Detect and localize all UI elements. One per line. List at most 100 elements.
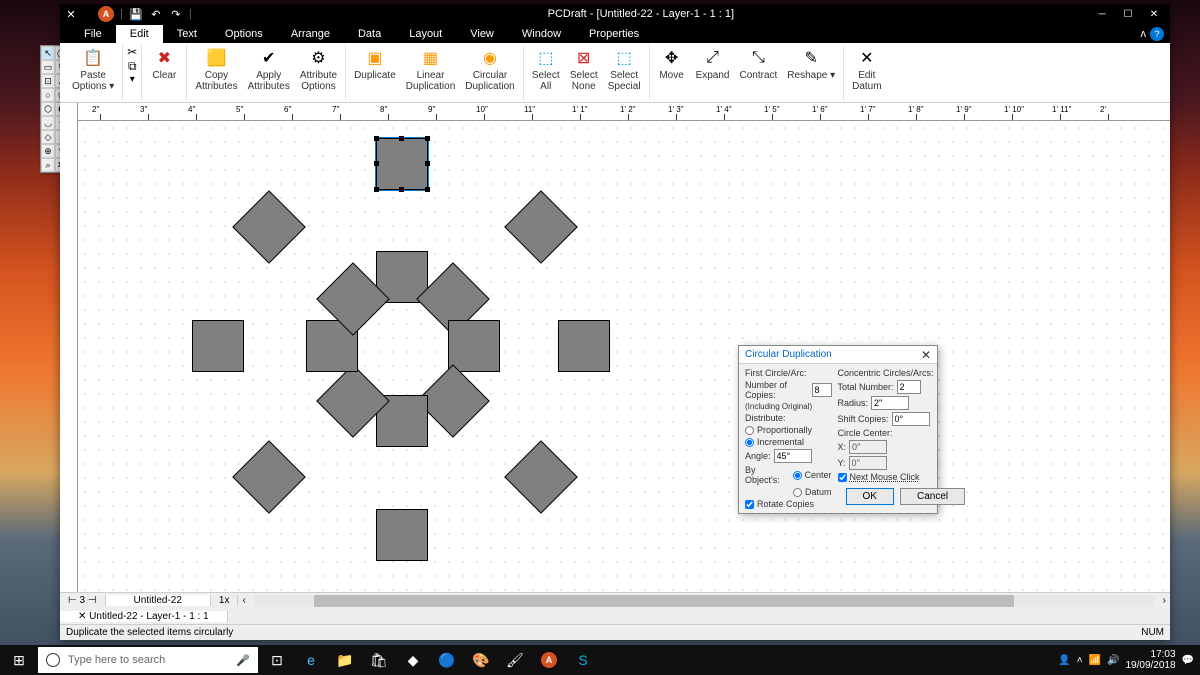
maximize-button[interactable]: ☐ [1116,6,1140,22]
layer-tab[interactable]: ✕ Untitled-22 - Layer-1 - 1 : 1 [60,611,228,622]
edge-icon[interactable]: e [294,646,328,674]
horizontal-scrollbar[interactable] [254,595,1155,607]
next-mouse-click-check[interactable] [838,473,847,482]
store-icon[interactable]: 🛍 [362,646,396,674]
radius-input[interactable] [871,396,909,410]
clear-button[interactable]: ✖ Clear [146,45,182,83]
contract-button[interactable]: ⤡ Contract [735,45,781,83]
zoom-tab[interactable]: 1x [211,595,239,606]
volume-icon[interactable]: 🔊 [1107,655,1119,666]
app-icon[interactable]: ◆ [396,646,430,674]
shape-square[interactable] [504,190,578,264]
datum-radio[interactable] [793,488,802,497]
num-copies-input[interactable] [812,383,832,397]
cancel-button[interactable]: Cancel [900,488,965,505]
rotate-copies-check[interactable] [745,500,754,509]
shift-copies-input[interactable] [892,412,930,426]
tool-box[interactable]: ⊡ [41,74,55,88]
menu-arrange[interactable]: Arrange [277,25,344,43]
paste-button[interactable]: 📋 Paste Options ▾ [68,45,118,94]
tool-pointer[interactable]: ↖ [41,46,55,60]
expand-icon: ⤢ [699,47,727,69]
shape-square[interactable] [232,440,306,514]
expand-button[interactable]: ⤢ Expand [692,45,734,83]
menu-data[interactable]: Data [344,25,395,43]
paint2-icon[interactable]: 🖌 [498,646,532,674]
tray-chevron-icon[interactable]: ˄ [1077,655,1083,666]
skype-icon[interactable]: S [566,646,600,674]
shape-square[interactable] [558,320,610,372]
notifications-icon[interactable]: 💬 [1182,655,1194,666]
chrome-icon[interactable]: 🔵 [430,646,464,674]
dialog-close-icon[interactable]: ✕ [921,348,931,362]
close-palette-icon[interactable]: ✕ [64,7,78,21]
circular-duplication-dialog: Circular Duplication ✕ First Circle/Arc:… [738,345,938,514]
shape-square[interactable] [192,320,244,372]
start-button[interactable]: ⊞ [2,646,36,674]
dialog-title-bar[interactable]: Circular Duplication ✕ [739,346,937,364]
select-all-button[interactable]: ⬚ Select All [528,45,564,94]
menu-window[interactable]: Window [508,25,575,43]
paint-icon[interactable]: 🎨 [464,646,498,674]
tool-zoom[interactable]: ⌕ [41,158,55,172]
shape-square[interactable] [232,190,306,264]
select-special-button[interactable]: ⬚ Select Special [604,45,645,94]
menu-text[interactable]: Text [163,25,211,43]
tool-diamond[interactable]: ◇ [41,130,55,144]
redo-icon[interactable]: ↷ [169,7,183,21]
tool-rect[interactable]: ▭ [41,60,55,74]
contract-icon: ⤡ [744,47,772,69]
document-tab[interactable]: Untitled-22 [106,595,211,606]
menu-edit[interactable]: Edit [116,25,163,43]
linear-duplication-button[interactable]: ▦ Linear Duplication [402,45,459,94]
cortana-icon [46,653,60,667]
network-icon[interactable]: 📶 [1089,655,1101,666]
menu-layout[interactable]: Layout [395,25,456,43]
task-view-icon[interactable]: ⊡ [260,646,294,674]
center-radio[interactable] [793,471,802,480]
undo-icon[interactable]: ↶ [149,7,163,21]
shape-square[interactable] [504,440,578,514]
menu-properties[interactable]: Properties [575,25,653,43]
attribute-options-button[interactable]: ⚙ Attribute Options [296,45,341,94]
menu-options[interactable]: Options [211,25,277,43]
close-button[interactable]: ✕ [1142,6,1166,22]
scroll-right-icon[interactable]: › [1159,595,1170,606]
copy-attributes-button[interactable]: 🟨 Copy Attributes [191,45,241,94]
edit-datum-button[interactable]: ✕ Edit Datum [848,45,885,94]
total-number-input[interactable] [897,380,921,394]
select-none-icon: ⊠ [570,47,598,69]
people-icon[interactable]: 👤 [1058,655,1070,666]
ok-button[interactable]: OK [846,488,894,505]
angle-input[interactable] [774,449,812,463]
selected-square[interactable] [376,138,428,190]
tool-target[interactable]: ⊕ [41,144,55,158]
reshape-button[interactable]: ✎ Reshape ▾ [783,45,839,83]
incremental-radio[interactable] [745,438,754,447]
status-num: NUM [1141,627,1164,638]
select-none-button[interactable]: ⊠ Select None [566,45,602,94]
move-button[interactable]: ✥ Move [654,45,690,83]
explorer-icon[interactable]: 📁 [328,646,362,674]
page-stepper[interactable]: ⊢ 3 ⊣ [60,595,106,606]
shape-square[interactable] [448,320,500,372]
minimize-button[interactable]: ─ [1090,6,1114,22]
menu-view[interactable]: View [456,25,508,43]
clock[interactable]: 17:03 19/09/2018 [1125,649,1175,671]
tool-hex[interactable]: ⬡ [41,102,55,116]
pcdraft-icon[interactable]: A [532,646,566,674]
scroll-left-icon[interactable]: ‹ [238,595,249,606]
shape-square[interactable] [376,509,428,561]
circular-duplication-button[interactable]: ◉ Circular Duplication [461,45,518,94]
proportionally-radio[interactable] [745,426,754,435]
apply-attributes-button[interactable]: ✔ Apply Attributes [244,45,294,94]
tool-circle[interactable]: ○ [41,88,55,102]
duplicate-button[interactable]: ▣ Duplicate [350,45,400,94]
canvas[interactable]: Circular Duplication ✕ First Circle/Arc:… [78,121,1170,592]
save-icon[interactable]: 💾 [129,7,143,21]
tool-arc[interactable]: ◡ [41,116,55,130]
chevron-up-icon[interactable]: ʌ [1141,28,1147,40]
search-input[interactable]: Type here to search 🎤 [38,647,258,673]
menu-file[interactable]: File [70,25,116,43]
help-icon[interactable]: ? [1150,27,1164,41]
